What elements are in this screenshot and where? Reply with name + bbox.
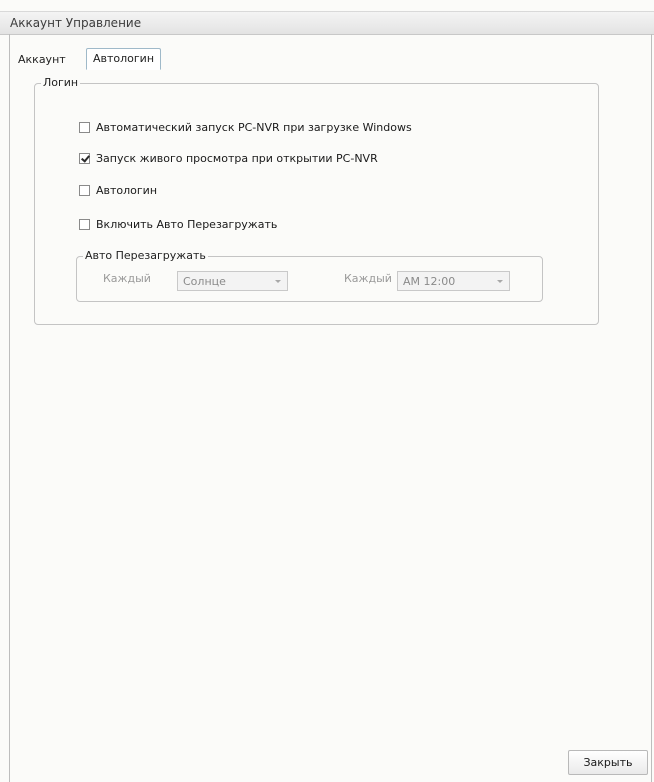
window-title: Аккаунт Управление [10, 16, 142, 30]
live-view-checkbox[interactable] [79, 152, 90, 164]
auto-reboot-group-legend: Авто Перезагружать [83, 249, 208, 262]
window-border-right [651, 34, 652, 782]
account-management-window: Аккаунт Управление Аккаунт Автологин Лог… [0, 0, 654, 782]
reboot-day-select[interactable]: Солнце [177, 271, 288, 291]
autologin-checkbox[interactable] [79, 184, 90, 196]
auto-reboot-label: Включить Авто Перезагружать [96, 217, 278, 231]
autostart-label: Автоматический запуск PC-NVR при загрузк… [96, 120, 412, 134]
reboot-day-value: Солнце [183, 275, 226, 288]
chevron-down-icon [497, 280, 503, 283]
tab-account[interactable]: Аккаунт [12, 50, 72, 69]
reboot-time-select[interactable]: AM 12:00 [397, 271, 510, 291]
tab-autologin[interactable]: Автологин [86, 48, 162, 70]
window-border-left [9, 34, 10, 782]
auto-reboot-checkbox[interactable] [79, 218, 90, 230]
reboot-time-label: Каждый [344, 272, 392, 285]
reboot-time-value: AM 12:00 [403, 275, 456, 288]
reboot-day-label: Каждый [103, 272, 151, 285]
login-group-legend: Логин [41, 76, 81, 89]
autologin-option[interactable]: Автологин [79, 182, 157, 198]
live-view-option[interactable]: Запуск живого просмотра при открытии PC-… [79, 150, 378, 166]
autologin-label: Автологин [96, 183, 158, 197]
title-bar: Аккаунт Управление [0, 11, 654, 35]
autostart-checkbox[interactable] [79, 121, 90, 133]
live-view-label: Запуск живого просмотра при открытии PC-… [96, 151, 378, 165]
autostart-option[interactable]: Автоматический запуск PC-NVR при загрузк… [79, 119, 412, 135]
auto-reboot-option[interactable]: Включить Авто Перезагружать [79, 216, 277, 232]
close-button[interactable]: Закрыть [568, 750, 648, 775]
chevron-down-icon [275, 280, 281, 283]
